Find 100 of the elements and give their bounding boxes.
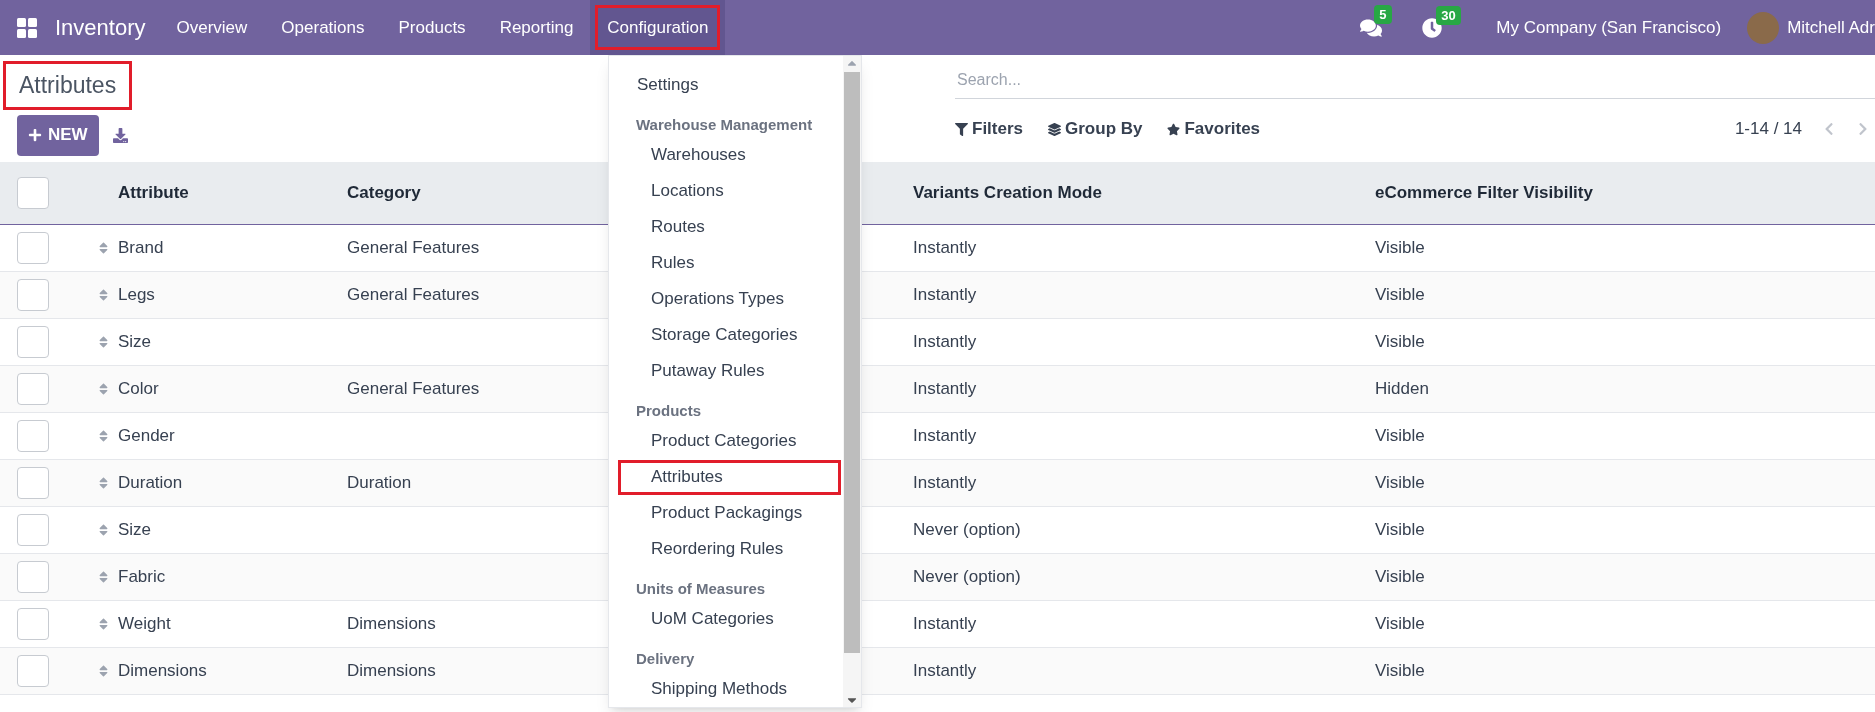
row-checkbox[interactable] — [17, 607, 49, 640]
table-cell: General Features — [347, 237, 480, 257]
table-cell: Size — [118, 331, 152, 351]
nav-menu-item[interactable]: Products — [381, 0, 483, 55]
company-switcher[interactable]: My Company (San Francisco) — [1496, 14, 1722, 41]
drag-handle-icon[interactable] — [98, 475, 109, 490]
table-cell: Duration — [347, 472, 412, 492]
new-button[interactable]: NEW — [17, 114, 99, 156]
drag-handle-icon[interactable] — [98, 663, 109, 678]
row-checkbox[interactable] — [17, 372, 49, 405]
app-grid-icon[interactable] — [17, 17, 37, 38]
menu-item[interactable]: Warehouses — [618, 137, 841, 173]
table-cell-text: Visible — [1375, 471, 1425, 494]
search-option-button[interactable]: Group By — [1048, 116, 1143, 142]
table-cell-text: Visible — [1375, 612, 1425, 635]
table-cell: Instantly — [913, 284, 977, 304]
nav-menu-item[interactable]: Overview — [159, 0, 265, 55]
menu-section-header: Products — [635, 401, 702, 421]
row-checkbox[interactable] — [17, 654, 49, 687]
scrollbar[interactable] — [843, 56, 861, 707]
table-cell-text: Visible — [1375, 236, 1425, 259]
menu-item[interactable]: Rules — [618, 245, 841, 281]
menu-item[interactable]: UoM Categories — [618, 601, 841, 637]
clock-icon[interactable] — [1422, 17, 1443, 38]
table-cell-text: Visible — [1375, 330, 1425, 353]
table-cell-text: Hidden — [1375, 377, 1429, 400]
app-name[interactable]: Inventory — [55, 11, 146, 44]
row-checkbox[interactable] — [17, 560, 49, 593]
drag-handle-icon[interactable] — [98, 569, 109, 584]
menu-item[interactable]: Product Categories — [618, 423, 841, 459]
table-cell: Duration — [118, 472, 183, 492]
table-cell: Brand — [118, 237, 164, 257]
menu-item[interactable]: Routes — [618, 209, 841, 245]
menu-item[interactable]: Product Packagings — [618, 495, 841, 531]
table-cell-text: Visible — [1375, 565, 1425, 588]
menu-item[interactable]: Operations Types — [618, 281, 841, 317]
menu-item[interactable]: Putaway Rules — [618, 353, 841, 389]
layers-icon — [1048, 122, 1062, 136]
page-title: Attributes — [3, 61, 133, 110]
drag-handle-icon[interactable] — [98, 616, 109, 631]
table-cell-text: Visible — [1375, 424, 1425, 447]
table-cell: Dimensions — [347, 660, 436, 680]
table-cell: Gender — [118, 425, 175, 445]
table-cell: Instantly — [913, 660, 977, 680]
menu-item[interactable]: Attributes — [618, 459, 841, 495]
row-checkbox[interactable] — [17, 278, 49, 311]
menu-section-header: Warehouse Management — [635, 115, 814, 135]
drag-handle-icon[interactable] — [98, 287, 109, 302]
column-header[interactable]: Variants Creation Mode — [913, 182, 1102, 202]
row-checkbox[interactable] — [17, 325, 49, 358]
download-icon[interactable] — [112, 127, 128, 143]
menu-section-header: Delivery — [635, 649, 696, 669]
table-cell: Never (option) — [913, 519, 1021, 539]
drag-handle-icon[interactable] — [98, 240, 109, 255]
table-cell-text: Visible — [1375, 518, 1425, 541]
table-cell: Dimensions — [118, 660, 207, 680]
table-cell: Weight — [118, 613, 171, 633]
table-cell-text: Visible — [1375, 283, 1425, 306]
drag-handle-icon[interactable] — [98, 381, 109, 396]
row-checkbox[interactable] — [17, 231, 49, 264]
message-count-badge: 5 — [1374, 4, 1392, 24]
column-header[interactable]: eCommerce Filter Visibility — [1375, 179, 1593, 206]
row-checkbox[interactable] — [17, 513, 49, 546]
column-header[interactable]: Attribute — [118, 182, 189, 202]
table-cell: Dimensions — [347, 613, 436, 633]
menu-item[interactable]: Settings — [618, 67, 841, 103]
table-cell: Color — [118, 378, 159, 398]
drag-handle-icon[interactable] — [98, 428, 109, 443]
activity-count-badge: 30 — [1436, 5, 1461, 25]
search-field[interactable]: Search... — [955, 61, 1875, 99]
search-option-button[interactable]: Filters — [955, 116, 1024, 142]
table-cell: Fabric — [118, 566, 166, 586]
filter-icon — [955, 122, 968, 136]
drag-handle-icon[interactable] — [98, 334, 109, 349]
nav-menu-item[interactable]: Reporting — [482, 0, 591, 55]
row-checkbox[interactable] — [17, 419, 49, 452]
table-cell: Instantly — [913, 425, 977, 445]
table-cell: General Features — [347, 284, 480, 304]
table-cell: General Features — [347, 378, 480, 398]
table-cell: Instantly — [913, 472, 977, 492]
table-cell: Never (option) — [913, 566, 1021, 586]
select-all-checkbox[interactable] — [17, 176, 49, 209]
table-cell: Legs — [118, 284, 155, 304]
table-cell: Instantly — [913, 613, 977, 633]
table-cell: Instantly — [913, 378, 977, 398]
row-checkbox[interactable] — [17, 466, 49, 499]
search-option-button[interactable]: Favorites — [1167, 116, 1261, 142]
menu-item[interactable]: Locations — [618, 173, 841, 209]
menu-item[interactable]: Shipping Methods — [618, 671, 841, 707]
plus-icon — [28, 128, 42, 142]
menu-item[interactable]: Reordering Rules — [618, 531, 841, 567]
drag-handle-icon[interactable] — [98, 522, 109, 537]
table-cell: Instantly — [913, 237, 977, 257]
table-cell: Size — [118, 519, 152, 539]
nav-menu-item[interactable]: Configuration — [590, 0, 726, 55]
nav-menu-item[interactable]: Operations — [264, 0, 382, 55]
star-icon — [1167, 122, 1181, 136]
column-header[interactable]: Category — [347, 182, 421, 202]
user-name[interactable]: Mitchell Adr — [1787, 14, 1875, 41]
menu-item[interactable]: Storage Categories — [618, 317, 841, 353]
